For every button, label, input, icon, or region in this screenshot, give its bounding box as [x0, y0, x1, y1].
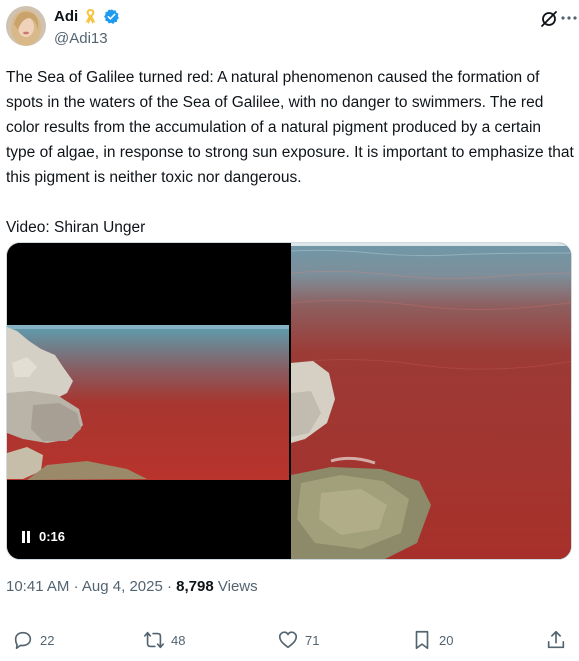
user-handle[interactable]: @Adi13: [54, 30, 108, 47]
tweet-date[interactable]: Aug 4, 2025: [82, 578, 163, 595]
ribbon-icon: [82, 8, 99, 25]
repost-icon: [144, 631, 164, 649]
tweet-header: Adi @Adi13: [0, 0, 579, 56]
bookmark-button[interactable]: 20: [411, 629, 453, 651]
bookmark-icon: [415, 630, 429, 650]
meta-separator: ·: [73, 578, 79, 595]
meta-separator-2: ·: [166, 578, 172, 595]
reply-button[interactable]: 22: [12, 629, 54, 651]
video-player[interactable]: 0:16: [7, 243, 289, 559]
share-icon: [547, 630, 565, 649]
like-count: 71: [305, 632, 320, 648]
verified-icon: [103, 8, 120, 25]
tweet-time[interactable]: 10:41 AM: [6, 578, 69, 595]
repost-button[interactable]: 48: [143, 629, 185, 651]
video-duration: 0:16: [39, 529, 66, 544]
video-controls[interactable]: 0:16: [21, 529, 65, 544]
display-name[interactable]: Adi: [54, 8, 78, 25]
more-icon[interactable]: [559, 8, 579, 28]
bookmark-count: 20: [439, 632, 454, 648]
media-grid: 0:16: [6, 242, 572, 560]
repost-count: 48: [171, 632, 186, 648]
like-icon: [278, 631, 298, 649]
like-button[interactable]: 71: [277, 629, 319, 651]
name-row: Adi: [54, 8, 120, 25]
grok-icon[interactable]: [539, 9, 559, 29]
reply-icon: [14, 631, 32, 650]
pause-icon[interactable]: [21, 530, 31, 543]
tweet-text: The Sea of Galilee turned red: A natural…: [6, 69, 574, 236]
tweet-meta: 10:41 AM · Aug 4, 2025 · 8,798 Views: [6, 578, 258, 595]
views-label: Views: [217, 578, 258, 595]
avatar[interactable]: [6, 6, 46, 46]
photo-image[interactable]: [290, 243, 571, 559]
share-button[interactable]: [545, 629, 567, 651]
action-bar: 22 48 71 20: [0, 625, 579, 657]
reply-count: 22: [40, 632, 55, 648]
views-count: 8,798: [176, 578, 214, 595]
